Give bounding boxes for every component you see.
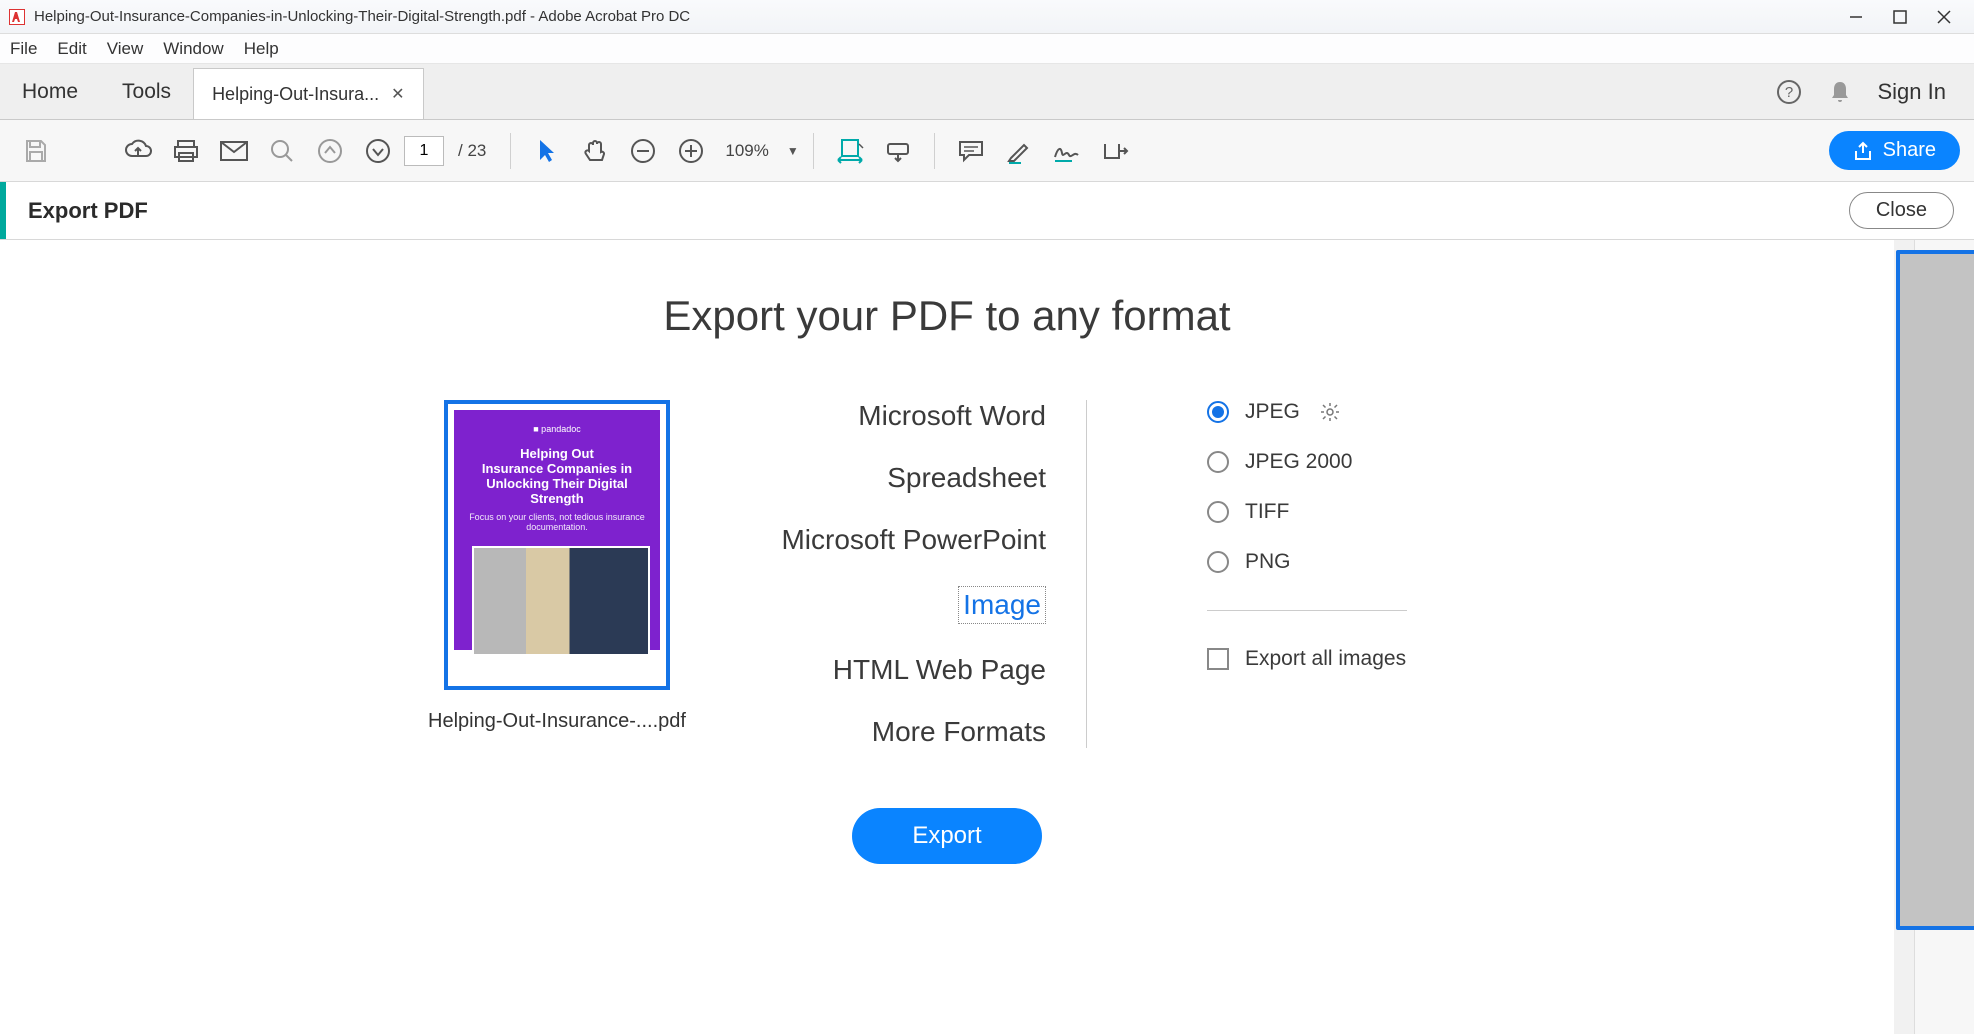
option-label: PNG — [1245, 550, 1291, 574]
page-total: / 23 — [458, 141, 486, 161]
app-icon — [8, 8, 26, 26]
sign-icon[interactable] — [1045, 129, 1089, 173]
save-icon[interactable] — [14, 129, 58, 173]
stamp-icon[interactable] — [1093, 129, 1137, 173]
help-icon[interactable]: ? — [1776, 79, 1802, 105]
menu-view[interactable]: View — [107, 39, 144, 59]
tab-close-icon[interactable]: ✕ — [391, 84, 404, 104]
option-label: TIFF — [1245, 500, 1289, 524]
zoom-in-icon[interactable] — [669, 129, 713, 173]
menu-file[interactable]: File — [10, 39, 37, 59]
zoom-out-icon[interactable] — [621, 129, 665, 173]
print-icon[interactable] — [164, 129, 208, 173]
highlight-icon[interactable] — [997, 129, 1041, 173]
close-window-button[interactable] — [1922, 2, 1966, 32]
email-icon[interactable] — [212, 129, 256, 173]
option-jpeg[interactable]: JPEG — [1207, 400, 1467, 424]
category-word[interactable]: Microsoft Word — [767, 400, 1046, 432]
cloud-upload-icon[interactable] — [116, 129, 160, 173]
option-tiff[interactable]: TIFF — [1207, 500, 1467, 524]
page-number-input[interactable] — [404, 136, 444, 166]
radio-icon — [1207, 451, 1229, 473]
menu-help[interactable]: Help — [244, 39, 279, 59]
svg-text:?: ? — [1784, 84, 1792, 101]
option-png[interactable]: PNG — [1207, 550, 1467, 574]
tab-row: Home Tools Helping-Out-Insura... ✕ ? Sig… — [0, 64, 1974, 120]
format-options: JPEG JPEG 2000 TIFF PNG — [1167, 400, 1467, 748]
toolbar: / 23 109% ▼ Share — [0, 120, 1974, 182]
pdf-thumbnail[interactable]: ■ pandadoc Helping Out Insurance Compani… — [444, 400, 670, 690]
category-powerpoint[interactable]: Microsoft PowerPoint — [767, 524, 1046, 556]
share-icon — [1853, 141, 1873, 161]
menu-bar: File Edit View Window Help — [0, 34, 1974, 64]
share-label: Share — [1883, 139, 1936, 162]
zoom-value: 109% — [725, 141, 768, 161]
title-bar: Helping-Out-Insurance-Companies-in-Unloc… — [0, 0, 1974, 34]
option-label: JPEG — [1245, 400, 1300, 424]
page-up-icon[interactable] — [308, 129, 352, 173]
radio-icon — [1207, 501, 1229, 523]
fit-width-icon[interactable] — [828, 129, 872, 173]
option-label: JPEG 2000 — [1245, 450, 1352, 474]
minimize-button[interactable] — [1834, 2, 1878, 32]
format-categories: Microsoft Word Spreadsheet Microsoft Pow… — [767, 400, 1087, 748]
menu-window[interactable]: Window — [163, 39, 223, 59]
radio-icon — [1207, 551, 1229, 573]
category-spreadsheet[interactable]: Spreadsheet — [767, 462, 1046, 494]
maximize-button[interactable] — [1878, 2, 1922, 32]
bell-icon[interactable] — [1828, 79, 1852, 105]
scroll-mode-icon[interactable] — [876, 129, 920, 173]
arrow-cursor-icon[interactable] — [525, 129, 569, 173]
thumbnail-preview: ■ pandadoc Helping Out Insurance Compani… — [454, 410, 660, 650]
tool-title: Export PDF — [28, 198, 148, 224]
page-down-icon[interactable] — [356, 129, 400, 173]
category-more[interactable]: More Formats — [767, 716, 1046, 748]
option-jpeg2000[interactable]: JPEG 2000 — [1207, 450, 1467, 474]
radio-icon — [1207, 401, 1229, 423]
zoom-dropdown-icon[interactable]: ▼ — [787, 144, 799, 158]
export-all-images-checkbox[interactable]: Export all images — [1207, 647, 1467, 671]
thumbnail-filename: Helping-Out-Insurance-....pdf — [427, 710, 687, 733]
tab-document[interactable]: Helping-Out-Insura... ✕ — [193, 68, 423, 119]
category-html[interactable]: HTML Web Page — [767, 654, 1046, 686]
export-heading: Export your PDF to any format — [0, 240, 1894, 340]
checkbox-icon — [1207, 648, 1229, 670]
tab-document-label: Helping-Out-Insura... — [212, 84, 379, 105]
export-button[interactable]: Export — [852, 808, 1041, 864]
category-image[interactable]: Image — [958, 586, 1046, 624]
scrollbar-thumb[interactable] — [1896, 250, 1974, 930]
checkbox-label: Export all images — [1245, 647, 1406, 671]
menu-edit[interactable]: Edit — [57, 39, 86, 59]
divider — [1207, 610, 1407, 611]
tool-header: Export PDF Close — [0, 182, 1974, 240]
scrollbar[interactable] — [1894, 240, 1914, 1034]
gear-icon[interactable] — [1320, 402, 1340, 422]
export-panel: Export your PDF to any format ■ pandadoc… — [0, 240, 1894, 1034]
tab-home[interactable]: Home — [0, 64, 100, 119]
sign-in-link[interactable]: Sign In — [1878, 79, 1947, 105]
hand-icon[interactable] — [573, 129, 617, 173]
share-button[interactable]: Share — [1829, 131, 1960, 170]
window-title: Helping-Out-Insurance-Companies-in-Unloc… — [34, 8, 1834, 25]
close-tool-button[interactable]: Close — [1849, 192, 1954, 229]
tab-tools[interactable]: Tools — [100, 64, 193, 119]
comment-icon[interactable] — [949, 129, 993, 173]
search-icon[interactable] — [260, 129, 304, 173]
